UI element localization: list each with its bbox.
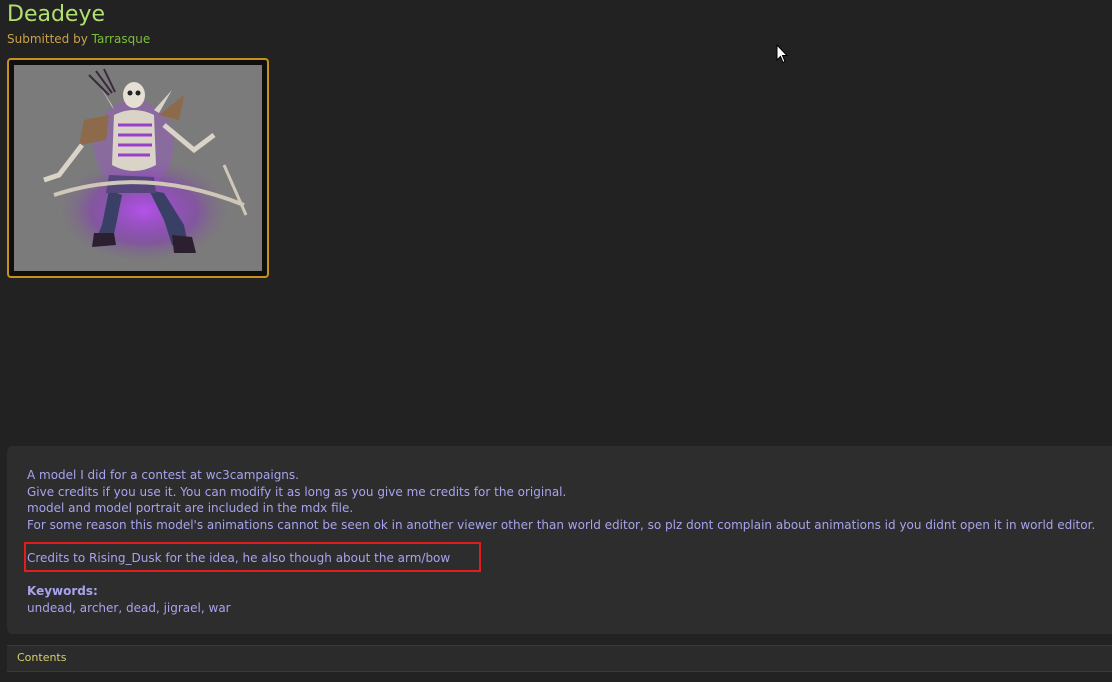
mouse-cursor-icon: [776, 44, 788, 64]
description-text: A model I did for a contest at wc3campai…: [27, 467, 1095, 533]
description-line: model and model portrait are included in…: [27, 501, 354, 515]
resource-page: Deadeye Submitted by Tarrasque A model I…: [0, 0, 1112, 682]
author-link[interactable]: Tarrasque: [92, 32, 151, 46]
resource-title: Deadeye: [7, 2, 106, 27]
credits-line: Credits to Rising_Dusk for the idea, he …: [27, 551, 451, 565]
submitted-by-line: Submitted by Tarrasque: [7, 31, 150, 47]
keywords-label: Keywords:: [27, 584, 98, 598]
contents-label[interactable]: Contents: [17, 651, 66, 665]
description-line: A model I did for a contest at wc3campai…: [27, 468, 299, 482]
description-panel: A model I did for a contest at wc3campai…: [7, 446, 1112, 634]
model-preview-image[interactable]: [14, 65, 262, 271]
model-thumbnail[interactable]: [7, 58, 269, 278]
description-line: Give credits if you use it. You can modi…: [27, 484, 567, 499]
keywords-list: undead, archer, dead, jigrael, war: [27, 601, 231, 615]
description-line: For some reason this model's animations …: [27, 517, 1096, 532]
skeleton-archer-illustration: [14, 65, 262, 271]
submitted-by-label: Submitted by: [7, 32, 88, 46]
contents-section-header[interactable]: Contents: [7, 645, 1112, 672]
